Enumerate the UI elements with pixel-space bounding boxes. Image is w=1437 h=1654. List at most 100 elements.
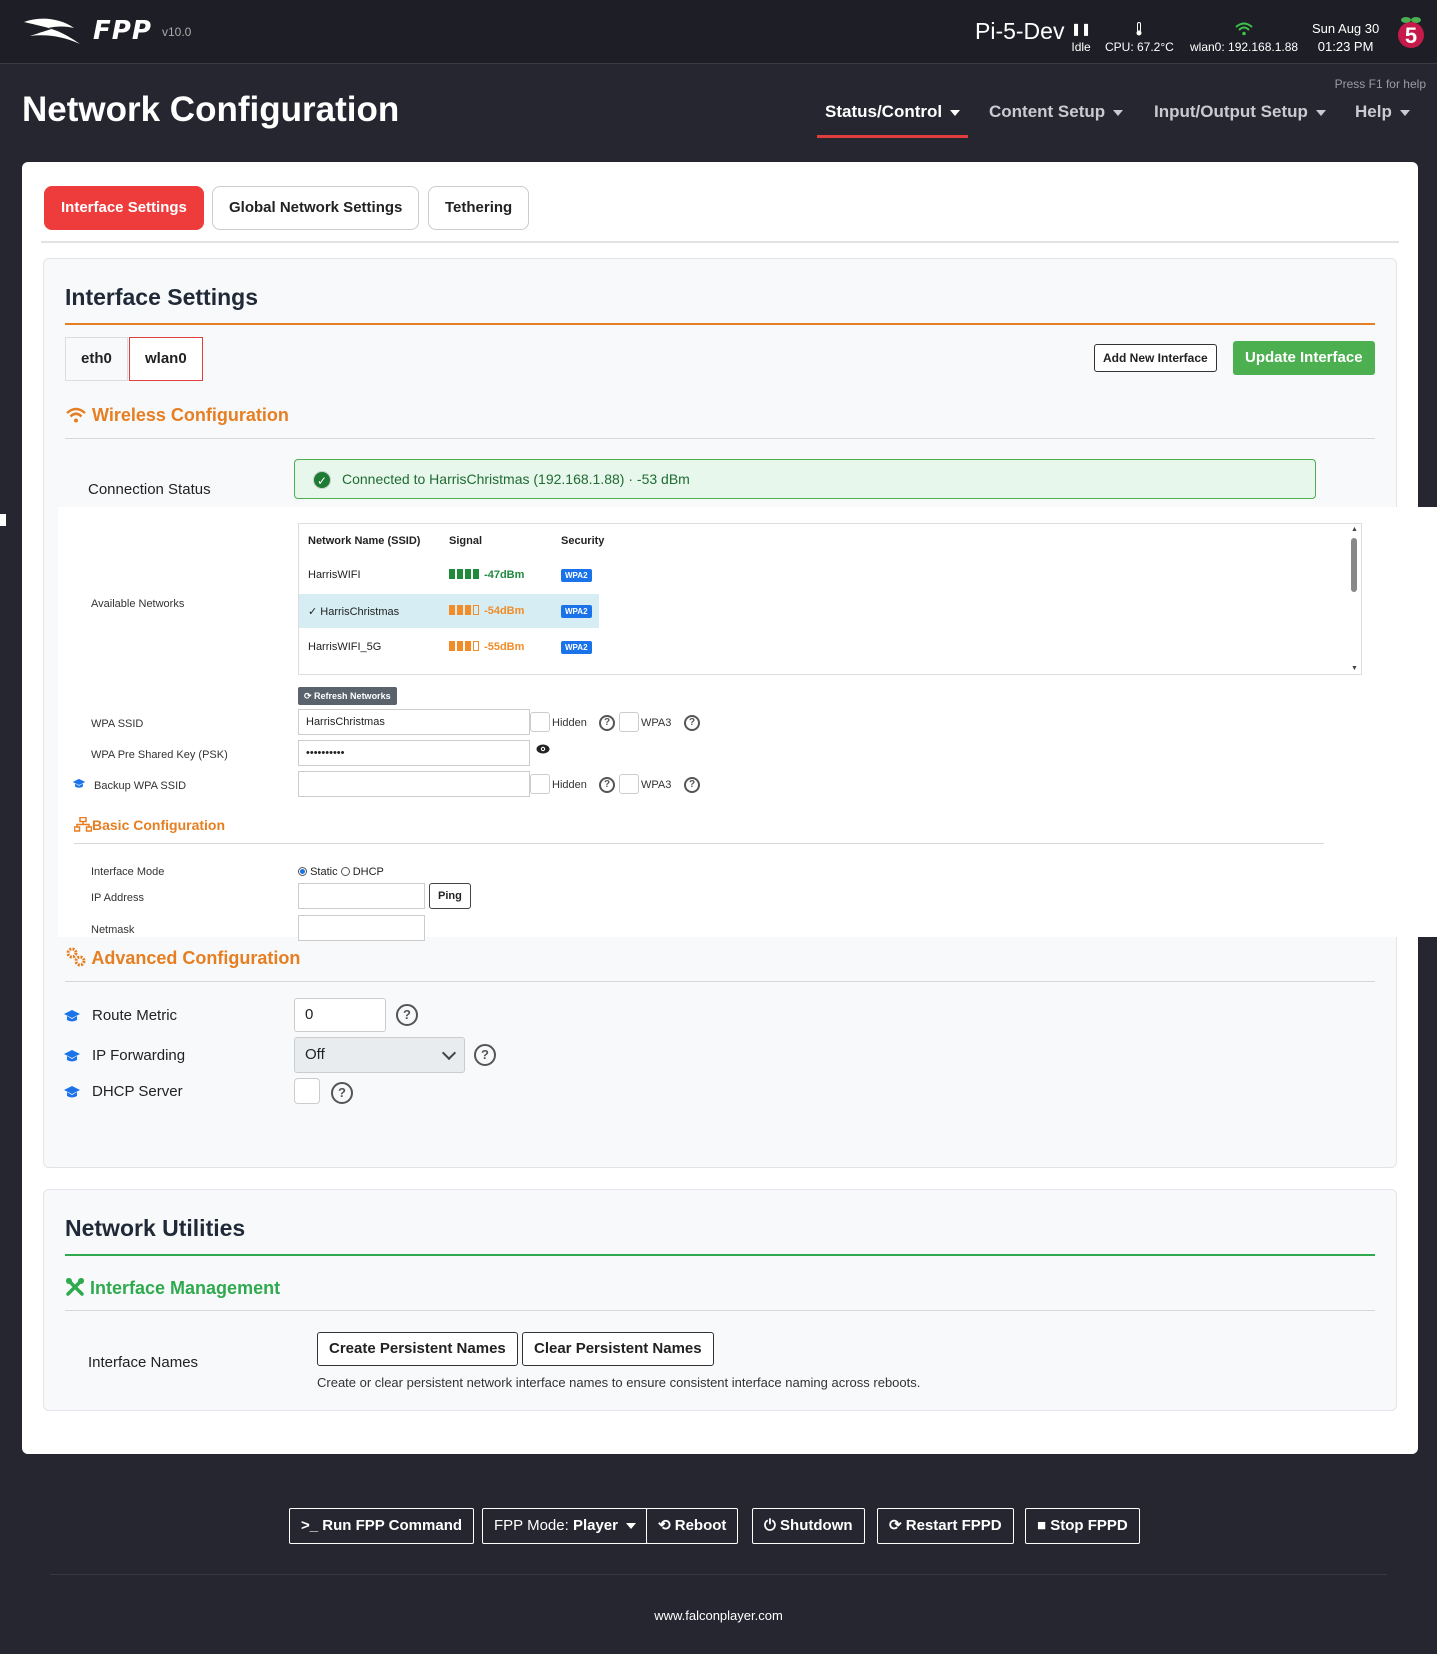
- version-label: v10.0: [162, 25, 192, 39]
- ping-button[interactable]: Ping: [429, 883, 471, 909]
- interface-management-heading: Interface Management: [65, 1277, 280, 1299]
- network-row-selected[interactable]: ✓ HarrisChristmas -54dBm WPA2: [299, 594, 599, 628]
- network-row[interactable]: HarrisWIFI_5G -55dBm WPA2: [299, 630, 599, 664]
- graduation-cap-icon: [64, 1086, 80, 1098]
- panel-rule: [65, 323, 1375, 325]
- nav-input-output-setup[interactable]: Input/Output Setup: [1146, 92, 1334, 138]
- stop-fppd-button[interactable]: ■ Stop FPPD: [1025, 1508, 1140, 1544]
- wireless-configuration-heading: Wireless Configuration: [65, 405, 289, 426]
- netmask-label: Netmask: [91, 924, 135, 936]
- help-icon[interactable]: ?: [684, 715, 700, 731]
- backup-wpa-ssid-input[interactable]: [298, 771, 530, 797]
- page-title: Network Configuration: [22, 90, 400, 129]
- help-icon[interactable]: ?: [684, 777, 700, 793]
- wpa-ssid-label: WPA SSID: [91, 718, 144, 730]
- divider: [74, 843, 1324, 844]
- thermometer-icon: [1105, 22, 1174, 38]
- chevron-down-icon: [441, 1045, 457, 1061]
- nav-content-setup[interactable]: Content Setup: [981, 92, 1131, 138]
- wpa3-checkbox[interactable]: [619, 774, 639, 794]
- ip-forwarding-label: IP Forwarding: [92, 1047, 186, 1064]
- nav-help[interactable]: Help: [1347, 92, 1418, 138]
- help-icon[interactable]: ?: [599, 715, 615, 731]
- wpa-ssid-input[interactable]: HarrisChristmas: [298, 709, 530, 735]
- footer-link[interactable]: www.falconplayer.com: [0, 1608, 1437, 1623]
- backup-wpa-ssid-label: Backup WPA SSID: [94, 780, 187, 792]
- create-persistent-names-button[interactable]: Create Persistent Names: [317, 1332, 518, 1366]
- tools-icon: [66, 1278, 84, 1296]
- svg-text:5: 5: [1405, 23, 1417, 48]
- hostname: Pi-5-Dev: [975, 18, 1065, 44]
- divider: [65, 981, 1375, 982]
- psk-input[interactable]: ••••••••••: [298, 740, 530, 766]
- column-header-ssid: Network Name (SSID): [308, 535, 421, 547]
- tab-interface-settings[interactable]: Interface Settings: [44, 186, 204, 230]
- ip-address-label: IP Address: [91, 892, 144, 904]
- edge-marker: [0, 514, 6, 526]
- reboot-button[interactable]: ⟲ Reboot: [646, 1508, 739, 1544]
- update-interface-button[interactable]: Update Interface: [1233, 341, 1375, 375]
- security-badge: WPA2: [561, 569, 592, 582]
- refresh-icon: ⟳: [304, 691, 315, 701]
- tab-global-network-settings[interactable]: Global Network Settings: [212, 186, 420, 230]
- available-networks-label: Available Networks: [91, 598, 185, 610]
- interface-names-label: Interface Names: [88, 1354, 199, 1371]
- interface-mode-radios: Static DHCP: [298, 866, 384, 878]
- hidden-checkbox[interactable]: [530, 774, 550, 794]
- dhcp-radio[interactable]: [340, 867, 350, 876]
- tab-tethering[interactable]: Tethering: [428, 186, 530, 230]
- caret-down-icon: [1315, 109, 1326, 116]
- panel-rule: [65, 1254, 1375, 1256]
- gears-icon: [66, 947, 86, 967]
- network-utilities-panel: Network Utilities Interface Management I…: [43, 1189, 1397, 1411]
- available-networks-list[interactable]: Network Name (SSID) Signal Security Harr…: [298, 523, 1362, 675]
- check-icon: ✓: [308, 606, 321, 618]
- eye-icon[interactable]: [536, 743, 550, 758]
- dhcp-server-label: DHCP Server: [92, 1083, 183, 1100]
- player-status[interactable]: ❚❚ Idle: [1071, 22, 1091, 54]
- tab-wlan0[interactable]: wlan0: [129, 337, 203, 381]
- caret-down-icon: [1399, 109, 1410, 116]
- interface-names-help: Create or clear persistent network inter…: [317, 1375, 921, 1390]
- netmask-input[interactable]: [298, 915, 425, 941]
- help-icon[interactable]: ?: [599, 777, 615, 793]
- signal-strength: -54dBm: [449, 605, 524, 617]
- security-badge: WPA2: [561, 605, 592, 618]
- caret-down-icon: [950, 109, 961, 116]
- restart-fppd-button[interactable]: ⟳ Restart FPPD: [877, 1508, 1014, 1544]
- network-row[interactable]: HarrisWIFI -47dBm WPA2: [299, 558, 599, 592]
- help-icon[interactable]: ?: [474, 1044, 496, 1066]
- wifi-status[interactable]: wlan0: 192.168.1.88: [1190, 22, 1298, 54]
- help-icon[interactable]: ?: [396, 1004, 418, 1026]
- route-metric-input[interactable]: 0: [294, 998, 386, 1032]
- help-icon[interactable]: ?: [331, 1082, 353, 1104]
- shutdown-button[interactable]: ⏻ Shutdown: [752, 1508, 865, 1544]
- main-card: Interface Settings Global Network Settin…: [22, 162, 1437, 1454]
- nav-status-control[interactable]: Status/Control: [817, 92, 969, 138]
- hidden-label: Hidden: [552, 717, 587, 729]
- static-radio[interactable]: [298, 867, 307, 876]
- cpu-status: CPU: 67.2°C: [1105, 22, 1174, 54]
- add-new-interface-button[interactable]: Add New Interface: [1094, 344, 1217, 372]
- raspberry-pi-5-icon: 5: [1398, 17, 1424, 48]
- fpp-mode-dropdown[interactable]: FPP Mode: Player: [482, 1508, 648, 1544]
- hidden-checkbox[interactable]: [530, 712, 550, 732]
- scroll-up-icon: ▲: [1351, 526, 1358, 533]
- hidden-label: Hidden: [552, 779, 587, 791]
- ip-address-input[interactable]: [298, 883, 425, 909]
- wpa3-checkbox[interactable]: [619, 712, 639, 732]
- column-header-security: Security: [561, 535, 605, 547]
- run-fpp-command-button[interactable]: >_ Run FPP Command: [289, 1508, 475, 1544]
- footer-divider: [50, 1574, 1387, 1575]
- check-circle-icon: ✓: [313, 471, 331, 489]
- date-time: Sun Aug 30 01:23 PM: [1312, 21, 1380, 54]
- clear-persistent-names-button[interactable]: Clear Persistent Names: [522, 1332, 714, 1366]
- divider: [65, 438, 1375, 439]
- stop-icon: ■: [1037, 1517, 1051, 1534]
- refresh-networks-button[interactable]: ⟳ Refresh Networks: [298, 687, 397, 705]
- list-scrollbar[interactable]: ▲ ▼: [1351, 526, 1358, 672]
- dhcp-server-checkbox[interactable]: [294, 1078, 320, 1104]
- ip-forwarding-select[interactable]: Off: [294, 1037, 465, 1073]
- tab-eth0[interactable]: eth0: [65, 337, 128, 381]
- panel-title: Interface Settings: [65, 284, 258, 310]
